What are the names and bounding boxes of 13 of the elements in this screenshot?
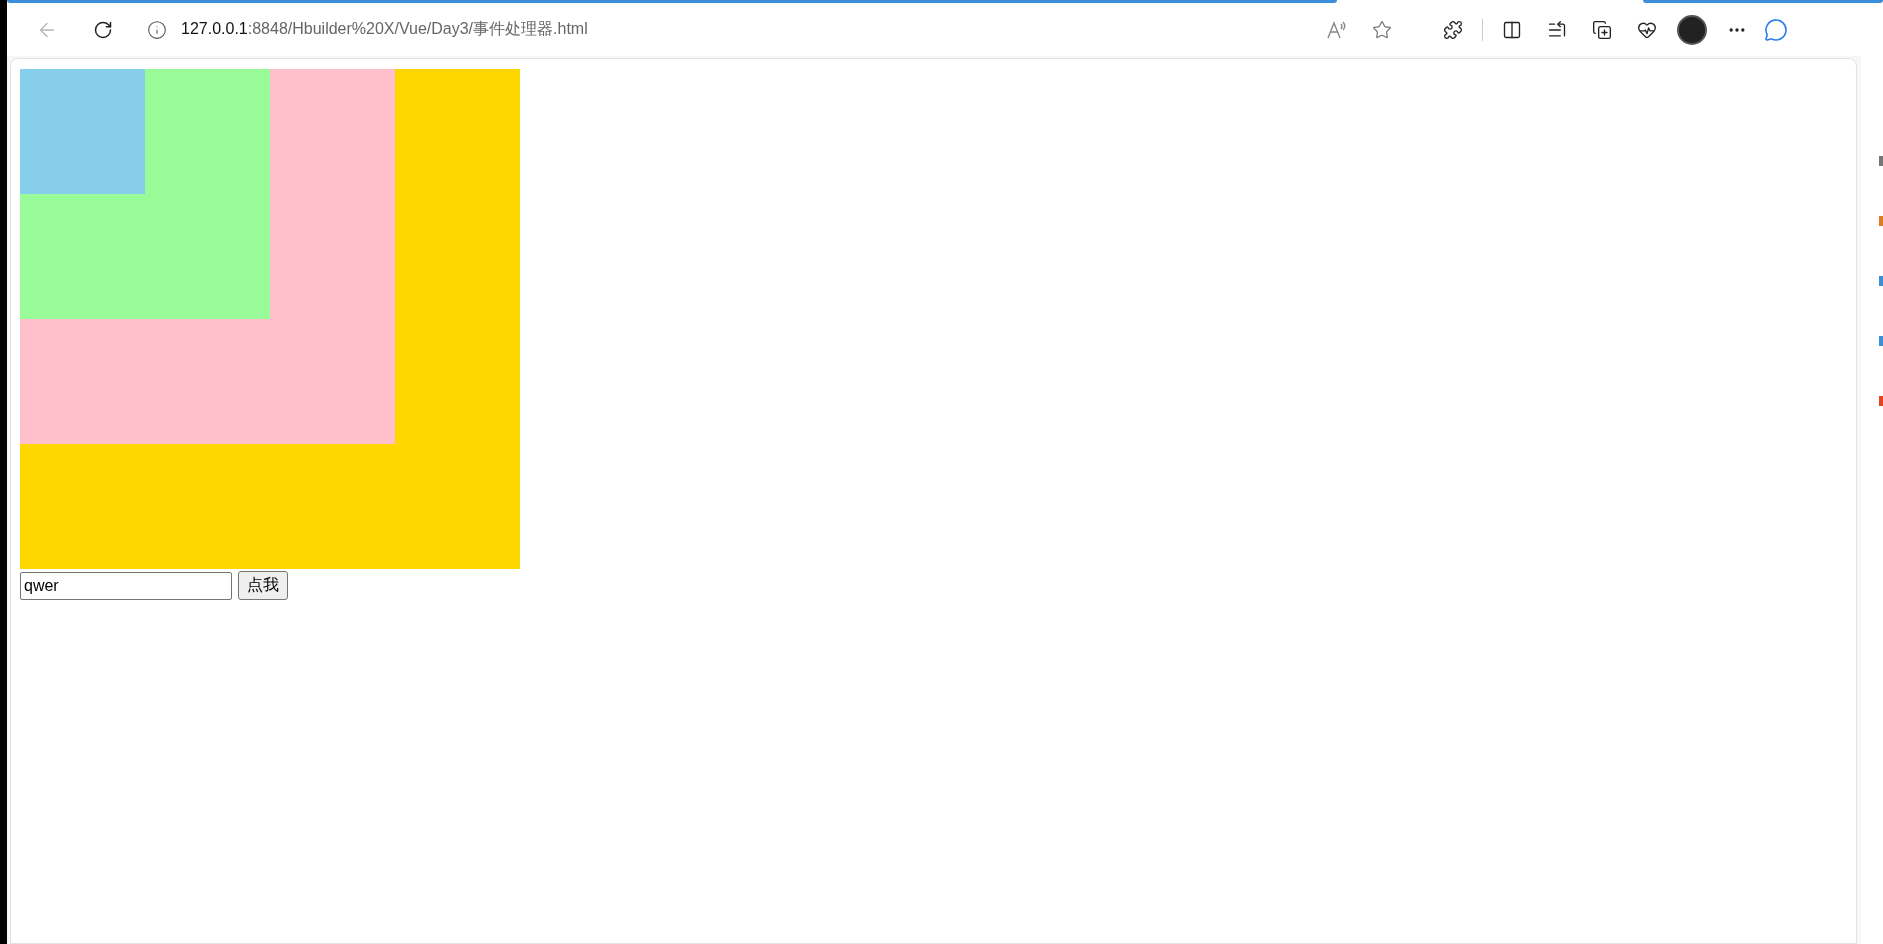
favorites-list-icon[interactable]: [1547, 19, 1567, 40]
star-icon[interactable]: [1372, 19, 1392, 40]
puzzle-icon[interactable]: [1443, 19, 1463, 40]
reload-icon[interactable]: [93, 19, 113, 40]
info-icon[interactable]: [147, 19, 167, 40]
click-button[interactable]: 点我: [238, 571, 288, 600]
address-bar[interactable]: 127.0.0.1:8848/Hbuilder%20X/Vue/Day3/事件处理器.html: [181, 19, 588, 40]
chat-icon[interactable]: [1764, 17, 1788, 42]
text-input[interactable]: qwer: [20, 571, 232, 600]
profile-avatar[interactable]: [1677, 14, 1707, 45]
read-aloud-icon[interactable]: [1326, 19, 1348, 40]
collections-icon[interactable]: [1592, 19, 1612, 40]
split-screen-icon[interactable]: [1502, 19, 1522, 40]
